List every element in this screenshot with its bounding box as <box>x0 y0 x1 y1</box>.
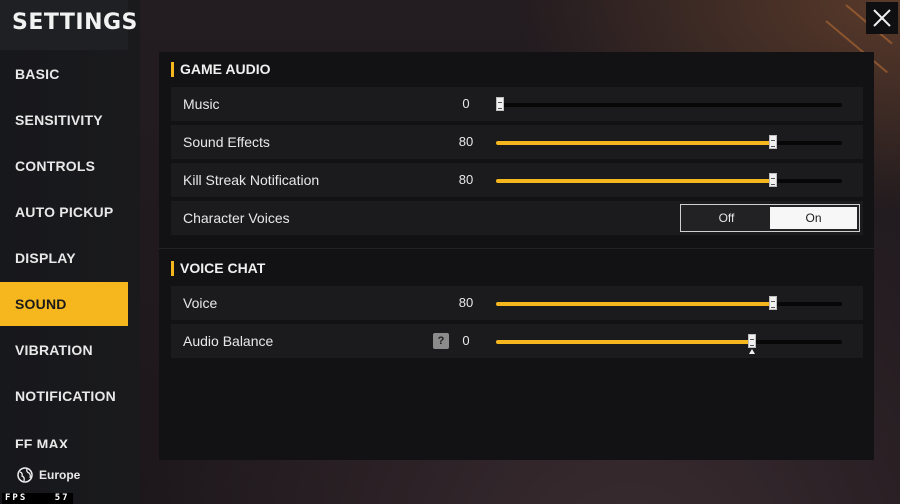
sidebar-header: SETTINGS <box>0 0 137 50</box>
voice-slider[interactable] <box>496 286 842 320</box>
close-icon <box>873 9 891 27</box>
setting-label: Sound Effects <box>183 134 270 150</box>
setting-label: Character Voices <box>183 210 290 226</box>
setting-row-audio-balance: Audio Balance ? 0 <box>171 324 863 358</box>
region-label: Europe <box>39 468 81 482</box>
sidebar-item-sound[interactable]: SOUND <box>0 282 128 326</box>
sidebar-item-display[interactable]: DISPLAY <box>0 236 128 280</box>
setting-value: 80 <box>458 295 474 310</box>
sidebar-item-ff-max[interactable]: FF MAX <box>0 434 128 448</box>
fps-label: FPS <box>5 493 28 503</box>
slider-fill <box>496 179 773 183</box>
sound-effects-slider[interactable] <box>496 125 842 159</box>
setting-label: Music <box>183 96 220 112</box>
slider-thumb[interactable] <box>748 334 756 348</box>
setting-label: Voice <box>183 295 218 311</box>
close-button[interactable] <box>866 2 898 34</box>
question-mark-icon[interactable]: ? <box>433 333 449 349</box>
section-accent-bar <box>171 61 174 77</box>
setting-value: 0 <box>462 333 470 348</box>
region-selector[interactable]: Europe <box>17 467 80 483</box>
setting-value: 80 <box>458 134 474 149</box>
balance-center-marker <box>749 349 755 354</box>
section-title: VOICE CHAT <box>180 260 266 276</box>
settings-panel: GAME AUDIO Music 0 Sound Effects 80 Kill… <box>159 52 874 460</box>
music-slider[interactable] <box>496 87 842 121</box>
setting-row-voice: Voice 80 <box>171 286 863 320</box>
settings-screen: SETTINGS BASIC SENSITIVITY CONTROLS AUTO… <box>0 0 900 504</box>
slider-fill <box>496 141 773 145</box>
setting-label: Kill Streak Notification <box>183 172 320 188</box>
slider-thumb[interactable] <box>769 296 777 310</box>
sidebar-item-auto-pickup[interactable]: AUTO PICKUP <box>0 190 128 234</box>
character-voices-toggle[interactable]: Off On <box>680 204 860 232</box>
toggle-on-option[interactable]: On <box>770 207 857 229</box>
audio-balance-slider[interactable] <box>496 324 842 358</box>
sidebar-item-sensitivity[interactable]: SENSITIVITY <box>0 98 128 142</box>
section-header-voice-chat: VOICE CHAT <box>171 259 265 277</box>
sidebar-item-vibration[interactable]: VIBRATION <box>0 328 128 372</box>
slider-track <box>496 103 842 107</box>
slider-fill <box>496 340 752 344</box>
setting-row-sound-effects: Sound Effects 80 <box>171 125 863 159</box>
section-header-game-audio: GAME AUDIO <box>171 60 270 78</box>
section-title: GAME AUDIO <box>180 61 271 77</box>
slider-fill <box>496 302 773 306</box>
page-title: SETTINGS <box>12 10 138 35</box>
sidebar-item-basic[interactable]: BASIC <box>0 52 128 96</box>
slider-thumb[interactable] <box>769 173 777 187</box>
sidebar-item-notification[interactable]: NOTIFICATION <box>0 374 128 418</box>
section-divider <box>159 248 874 249</box>
setting-label: Audio Balance <box>183 333 274 349</box>
section-accent-bar <box>171 260 174 276</box>
slider-thumb[interactable] <box>496 97 504 111</box>
kill-streak-notification-slider[interactable] <box>496 163 842 197</box>
fps-value: 57 <box>54 493 70 503</box>
fps-counter: FPS 57 <box>2 493 73 504</box>
setting-value: 80 <box>458 172 474 187</box>
globe-icon <box>17 467 33 483</box>
setting-row-character-voices: Character Voices Off On <box>171 201 863 235</box>
setting-row-music: Music 0 <box>171 87 863 121</box>
setting-value: 0 <box>462 96 470 111</box>
toggle-off-option[interactable]: Off <box>683 207 770 229</box>
slider-thumb[interactable] <box>769 135 777 149</box>
sidebar: SETTINGS BASIC SENSITIVITY CONTROLS AUTO… <box>0 0 140 504</box>
setting-row-kill-streak-notification: Kill Streak Notification 80 <box>171 163 863 197</box>
sidebar-item-controls[interactable]: CONTROLS <box>0 144 128 188</box>
